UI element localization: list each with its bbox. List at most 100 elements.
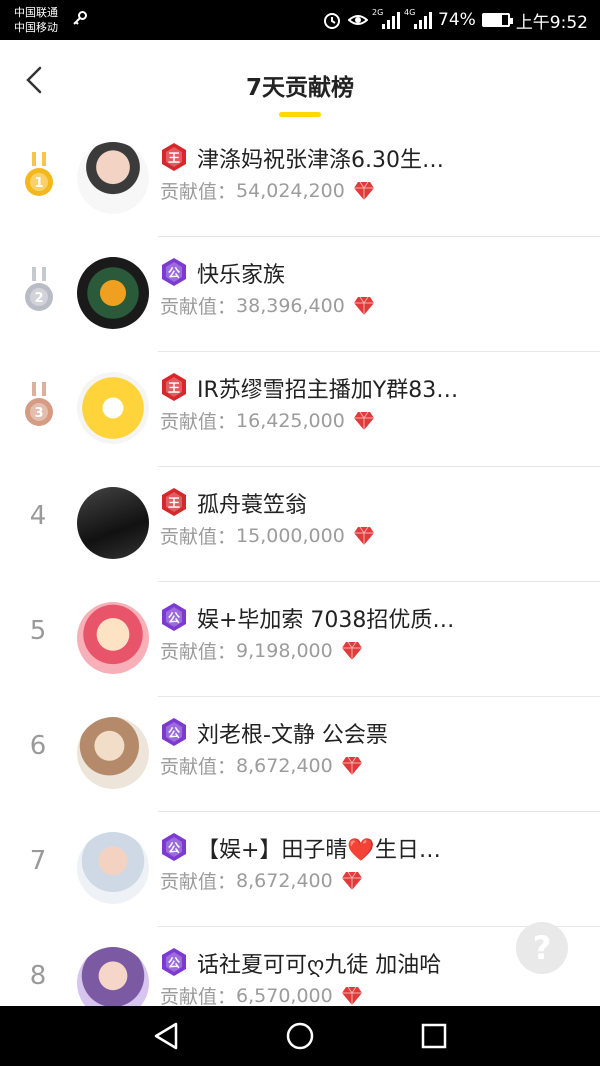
svg-text:公: 公 bbox=[168, 841, 180, 855]
gem-icon bbox=[353, 181, 374, 200]
contribution-label: 贡献值： bbox=[160, 411, 237, 433]
help-button[interactable]: ? bbox=[516, 922, 568, 974]
contribution-amount: 9,198,000 bbox=[236, 639, 333, 662]
gem-icon bbox=[341, 641, 362, 660]
gem-icon bbox=[353, 411, 374, 430]
gem-icon bbox=[341, 986, 362, 1005]
contribution-value: 贡献值： 9,198,000 bbox=[160, 637, 363, 664]
svg-text:王: 王 bbox=[168, 496, 180, 510]
gem-icon bbox=[353, 526, 374, 545]
svg-text:3: 3 bbox=[34, 406, 43, 421]
contribution-label: 贡献值： bbox=[160, 526, 237, 548]
network-label: 4G bbox=[404, 8, 416, 17]
ranking-row[interactable]: 4 王 孤舟蓑笠翁 贡献值： 15,000,000 bbox=[0, 467, 600, 582]
contribution-value: 贡献值： 16,425,000 bbox=[160, 407, 375, 434]
carrier-info: 中国联通 中国移动 bbox=[14, 5, 58, 35]
contribution-label: 贡献值： bbox=[160, 986, 237, 1006]
gem-icon bbox=[341, 756, 362, 775]
contribution-amount: 8,672,400 bbox=[236, 754, 333, 777]
square-recent-icon[interactable] bbox=[418, 1020, 450, 1052]
contribution-amount: 6,570,000 bbox=[236, 984, 333, 1007]
eye-icon bbox=[348, 15, 369, 25]
contribution-amount: 38,396,400 bbox=[236, 294, 345, 317]
ranking-row[interactable]: 2 公 快乐家族 贡献值： 38,396,400 bbox=[0, 237, 600, 352]
user-name: 孤舟蓑笠翁 bbox=[197, 493, 308, 518]
user-name: 刘老根-文静 公会票 bbox=[197, 723, 388, 748]
contribution-value: 贡献值： 8,672,400 bbox=[160, 752, 363, 779]
avatar[interactable] bbox=[77, 257, 149, 329]
contribution-label: 贡献值： bbox=[160, 181, 237, 203]
alarm-icon bbox=[324, 13, 341, 29]
avatar[interactable] bbox=[77, 372, 149, 444]
gold-medal-icon: 1 bbox=[25, 152, 53, 196]
user-name: IR苏缪雪招主播加Y群83… bbox=[197, 378, 459, 403]
gem-icon bbox=[353, 296, 374, 315]
avatar[interactable] bbox=[77, 717, 149, 789]
contribution-value: 贡献值： 38,396,400 bbox=[160, 292, 375, 319]
signal-icon: 4G bbox=[404, 8, 433, 29]
ranking-row[interactable]: 5 公 娱+毕加索 7038招优质… 贡献值： 9,198,000 bbox=[0, 582, 600, 697]
rank-number: 7 bbox=[29, 846, 47, 876]
contribution-label: 贡献值： bbox=[160, 871, 237, 893]
contribution-value: 贡献值： 6,570,000 bbox=[160, 982, 363, 1006]
circle-home-icon[interactable] bbox=[284, 1020, 316, 1052]
king-badge-icon: 王 bbox=[162, 488, 186, 516]
avatar[interactable] bbox=[77, 142, 149, 214]
contribution-value: 贡献值： 54,024,200 bbox=[160, 177, 375, 204]
svg-text:1: 1 bbox=[34, 176, 43, 191]
bronze-medal-icon: 3 bbox=[25, 382, 53, 426]
header: 7天贡献榜 bbox=[0, 40, 600, 122]
battery-percent: 74% bbox=[438, 10, 476, 30]
avatar[interactable] bbox=[77, 832, 149, 904]
svg-text:公: 公 bbox=[168, 726, 180, 740]
battery-icon bbox=[481, 13, 513, 27]
avatar[interactable] bbox=[77, 947, 149, 1006]
page-title: 7天贡献榜 bbox=[245, 75, 354, 101]
ranking-row[interactable]: 6 公 刘老根-文静 公会票 贡献值： 8,672,400 bbox=[0, 697, 600, 812]
rank-number: 5 bbox=[29, 616, 47, 646]
avatar[interactable] bbox=[77, 602, 149, 674]
contribution-value: 贡献值： 8,672,400 bbox=[160, 867, 363, 894]
user-name: 津涤妈祝张津涤6.30生… bbox=[197, 148, 444, 173]
ranking-row[interactable]: 3 王 IR苏缪雪招主播加Y群83… 贡献值： 16,425,000 bbox=[0, 352, 600, 467]
navigation-bar bbox=[0, 1006, 600, 1066]
svg-text:王: 王 bbox=[168, 151, 180, 165]
guild-badge-icon: 公 bbox=[162, 603, 186, 631]
svg-text:王: 王 bbox=[168, 381, 180, 395]
contribution-label: 贡献值： bbox=[160, 756, 237, 778]
king-badge-icon: 王 bbox=[162, 373, 186, 401]
signal-icon: 2G bbox=[372, 8, 401, 29]
svg-text:2: 2 bbox=[34, 291, 43, 306]
triangle-back-icon[interactable] bbox=[150, 1020, 182, 1052]
ranking-row[interactable]: 8 公 话社夏可可ღ九徒 加油哈 贡献值： 6,570,000 bbox=[0, 927, 600, 1006]
svg-text:公: 公 bbox=[168, 611, 180, 625]
contribution-amount: 15,000,000 bbox=[236, 524, 345, 547]
key-icon bbox=[73, 11, 87, 25]
guild-badge-icon: 公 bbox=[162, 258, 186, 286]
guild-badge-icon: 公 bbox=[162, 833, 186, 861]
network-label: 2G bbox=[372, 8, 384, 17]
king-badge-icon: 王 bbox=[162, 143, 186, 171]
guild-badge-icon: 公 bbox=[162, 718, 186, 746]
ranking-row[interactable]: 7 公 【娱+】田子晴❤️生日… 贡献值： 8,672,400 bbox=[0, 812, 600, 927]
carrier-1: 中国联通 bbox=[14, 6, 58, 19]
contribution-label: 贡献值： bbox=[160, 296, 237, 318]
clock: 上午9:52 bbox=[515, 12, 588, 33]
silver-medal-icon: 2 bbox=[25, 267, 53, 311]
contribution-amount: 8,672,400 bbox=[236, 869, 333, 892]
guild-badge-icon: 公 bbox=[162, 948, 186, 976]
user-name: 快乐家族 bbox=[197, 263, 286, 288]
rank-number: 6 bbox=[29, 731, 47, 761]
contribution-label: 贡献值： bbox=[160, 641, 237, 663]
ranking-list: 1 王 津涤妈祝张津涤6.30生… 贡献值： 54,024,200 2 公 快乐… bbox=[0, 122, 600, 1006]
rank-number: 8 bbox=[29, 961, 47, 991]
ranking-row[interactable]: 1 王 津涤妈祝张津涤6.30生… 贡献值： 54,024,200 bbox=[0, 122, 600, 237]
contribution-amount: 16,425,000 bbox=[236, 409, 345, 432]
avatar[interactable] bbox=[77, 487, 149, 559]
svg-text:公: 公 bbox=[168, 266, 180, 280]
user-name: 娱+毕加索 7038招优质… bbox=[197, 608, 455, 633]
contribution-value: 贡献值： 15,000,000 bbox=[160, 522, 375, 549]
title-underline bbox=[279, 112, 321, 117]
user-name: 【娱+】田子晴❤️生日… bbox=[197, 838, 441, 863]
carrier-2: 中国移动 bbox=[14, 21, 58, 34]
